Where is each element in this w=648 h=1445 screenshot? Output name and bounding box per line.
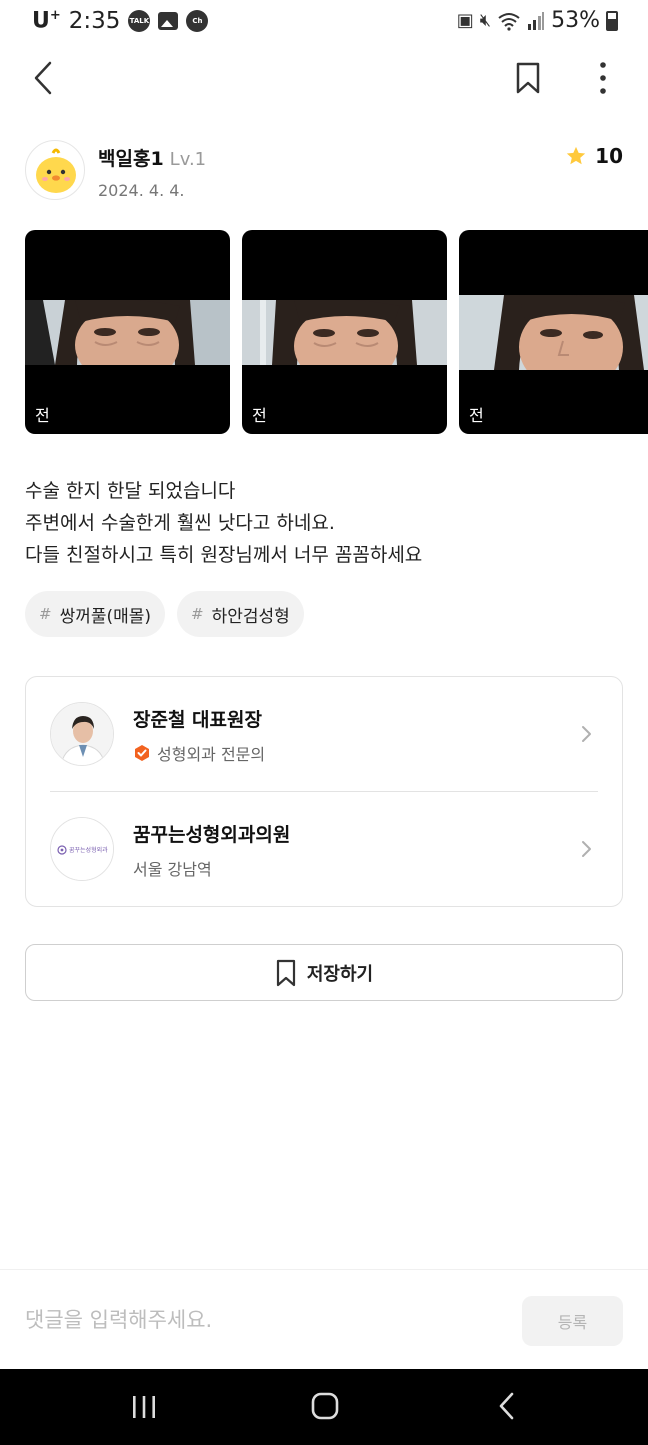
wifi-icon <box>498 12 520 31</box>
clinic-row[interactable]: 꿈꾸는성형외과 꿈꾸는성형외과의원 서울 강남역 <box>26 792 622 907</box>
post-date: 2024. 4. 4. <box>98 181 185 200</box>
doctor-clinic-card: 장준철 대표원장 성형외과 전문의 꿈꾸는성형외과 꿈꾸는성형외과의원 서울 강… <box>25 676 623 907</box>
post-line: 수술 한지 한달 되었습니다 <box>25 480 236 502</box>
author-name-text: 백일홍1 <box>98 148 164 170</box>
tag-label: 하안검성형 <box>211 606 290 627</box>
clinic-name: 꿈꾸는성형외과의원 <box>133 824 291 846</box>
photo-gallery[interactable]: 전 전 전 <box>25 230 648 434</box>
tag-label: 쌍꺼풀(매몰) <box>59 606 152 627</box>
tag-list: # 쌍꺼풀(매몰) # 하안검성형 <box>25 591 304 637</box>
save-button[interactable]: 저장하기 <box>25 944 623 1001</box>
doctor-specialty-text: 성형외과 전문의 <box>157 745 266 764</box>
post-line: 다들 친절하시고 특히 원장님께서 너무 꼼꼼하세요 <box>25 544 423 566</box>
battery-icon <box>606 10 618 31</box>
chevron-right-icon <box>582 726 591 742</box>
back-icon[interactable] <box>30 60 60 96</box>
status-bar: U+ 2:35 TALK Ch ▣ 🔇︎ 53% <box>0 0 648 46</box>
back-nav-icon[interactable] <box>496 1391 518 1421</box>
rating: 10 <box>565 144 623 168</box>
tag-chip[interactable]: # 하안검성형 <box>177 591 304 637</box>
home-icon[interactable] <box>310 1391 340 1421</box>
gallery-image[interactable]: 전 <box>242 230 447 434</box>
gallery-image[interactable]: 전 <box>25 230 230 434</box>
status-bar-left: U+ 2:35 TALK Ch <box>32 8 209 34</box>
image-label: 전 <box>35 406 50 425</box>
comment-input[interactable] <box>25 1300 495 1340</box>
gallery-image[interactable]: 전 <box>459 230 648 434</box>
save-button-label: 저장하기 <box>306 963 374 985</box>
chevron-right-icon <box>582 841 591 857</box>
verified-badge-icon <box>135 745 149 761</box>
clinic-logo: 꿈꾸는성형외과 <box>50 817 114 881</box>
star-icon <box>566 146 586 165</box>
rating-value: 10 <box>595 144 623 168</box>
doctor-name: 장준철 대표원장 <box>133 709 262 731</box>
face-photo <box>459 295 648 370</box>
author-row: 백일홍1 Lv.1 2024. 4. 4. 10 <box>25 140 623 204</box>
doctor-specialty: 성형외과 전문의 <box>133 741 265 765</box>
signal-icon <box>528 11 545 30</box>
comment-bar: 등록 <box>0 1269 648 1369</box>
post-line: 주변에서 수술한게 훨씬 낫다고 하네요. <box>25 512 335 534</box>
submit-comment-button[interactable]: 등록 <box>522 1296 623 1346</box>
clinic-location-text: 서울 강남역 <box>133 860 212 879</box>
clock: 2:35 <box>68 8 121 34</box>
clinic-location: 서울 강남역 <box>133 856 212 880</box>
image-label: 전 <box>252 406 267 425</box>
avatar[interactable] <box>25 140 85 200</box>
channel-icon: Ch <box>186 10 209 32</box>
gallery-icon <box>158 12 179 30</box>
status-bar-right: ▣ 🔇︎ 53% <box>457 8 618 33</box>
post-body: 수술 한지 한달 되었습니다 주변에서 수술한게 훨씬 낫다고 하네요. 다들 … <box>25 475 623 571</box>
battery-percent: 53% <box>551 8 600 33</box>
talk-icon: TALK <box>128 10 151 32</box>
hash-icon: # <box>39 605 52 623</box>
recent-apps-icon[interactable] <box>130 1393 158 1421</box>
mute-icon: 🔇︎ <box>479 10 492 31</box>
tag-chip[interactable]: # 쌍꺼풀(매몰) <box>25 591 166 637</box>
image-label: 전 <box>469 406 484 425</box>
system-nav-bar <box>0 1369 648 1445</box>
carrier-label: U+ <box>32 8 61 34</box>
doctor-photo <box>51 703 113 765</box>
face-photo <box>242 300 447 365</box>
bookmark-icon[interactable] <box>514 62 542 94</box>
face-photo <box>25 300 230 365</box>
bookmark-icon <box>276 959 295 986</box>
chick-icon <box>36 148 76 193</box>
doctor-avatar <box>50 702 114 766</box>
hash-icon: # <box>191 605 204 623</box>
doctor-row[interactable]: 장준철 대표원장 성형외과 전문의 <box>26 677 622 792</box>
top-nav <box>0 50 648 106</box>
clinic-logo-text: 꿈꾸는성형외과 <box>69 847 108 854</box>
author-level: Lv.1 <box>169 149 207 170</box>
more-icon[interactable] <box>588 60 618 96</box>
author-name[interactable]: 백일홍1 Lv.1 <box>98 144 206 171</box>
nfc-icon: ▣ <box>456 10 474 31</box>
